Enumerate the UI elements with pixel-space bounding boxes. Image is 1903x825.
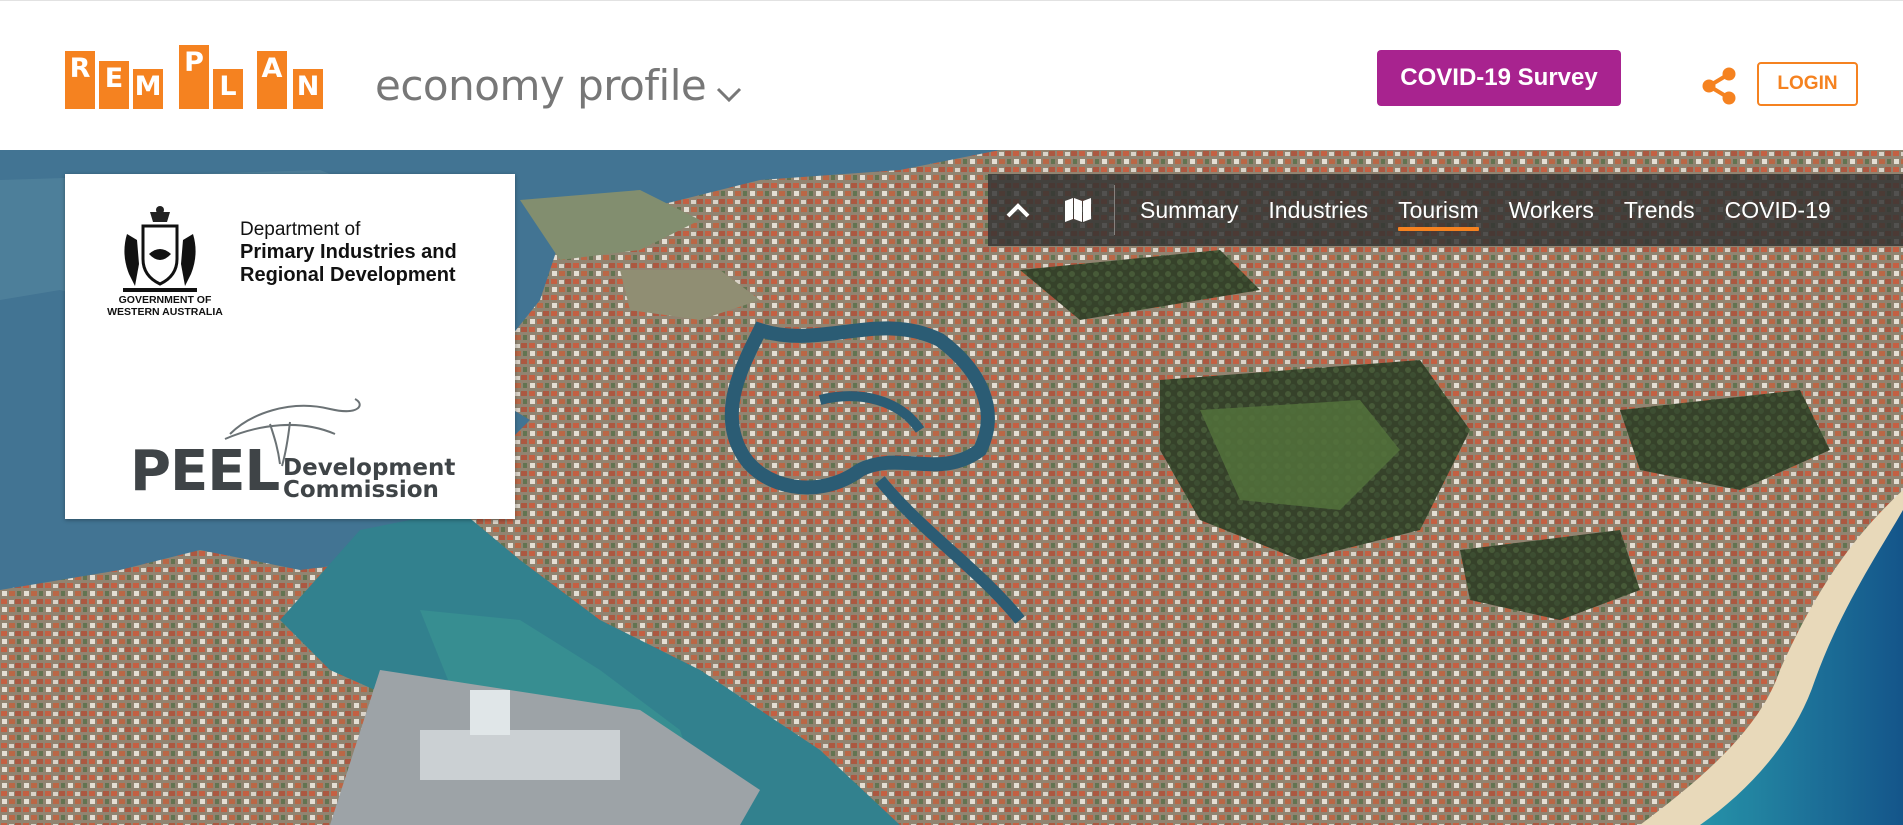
tab-trends[interactable]: Trends <box>1624 195 1695 225</box>
dept-line-1: Department of <box>240 219 361 240</box>
product-name: economy profile <box>375 61 707 110</box>
peel-sub-line-2: Commission <box>283 477 439 503</box>
tab-covid-19[interactable]: COVID-19 <box>1725 195 1831 225</box>
logo-letter: M <box>133 69 163 109</box>
logo-letter: R <box>65 51 95 109</box>
tab-workers[interactable]: Workers <box>1509 195 1594 225</box>
remplan-logo[interactable]: R E M P L A N <box>65 45 330 109</box>
login-button[interactable]: LOGIN <box>1757 62 1858 106</box>
logo-letter: L <box>213 69 243 109</box>
chevron-down-icon <box>716 62 742 116</box>
peel-subtitle: Development Commission <box>283 455 456 503</box>
partner-logos-card: GOVERNMENT OF WESTERN AUSTRALIA Departme… <box>65 174 515 519</box>
logo-letter: A <box>257 51 287 109</box>
tab-summary[interactable]: Summary <box>1140 195 1238 225</box>
peel-sub-line-1: Development <box>283 455 456 481</box>
logo-letter: P <box>179 45 209 109</box>
chevron-up-icon[interactable] <box>988 174 1048 246</box>
site-header: R E M P L A N economy profile COVID-19 S… <box>0 0 1903 150</box>
gov-line-1: GOVERNMENT OF <box>118 294 212 306</box>
share-icon[interactable] <box>1700 67 1738 105</box>
map-icon[interactable] <box>1048 174 1108 246</box>
product-selector[interactable]: economy profile <box>375 59 742 116</box>
dept-line-3: Regional Development <box>240 264 456 286</box>
logo-letter: E <box>99 61 129 109</box>
dpird-label: Department of Primary Industries and Reg… <box>240 218 457 287</box>
gov-line-2: WESTERN AUSTRALIA <box>107 306 223 318</box>
wa-government-crest-icon <box>115 204 205 304</box>
dept-line-2: Primary Industries and <box>240 241 457 263</box>
covid-survey-button[interactable]: COVID-19 Survey <box>1377 50 1621 106</box>
tab-industries[interactable]: Industries <box>1268 195 1368 225</box>
nav-divider <box>1114 185 1115 235</box>
peel-wordmark: PEEL <box>130 439 280 504</box>
section-nav: Summary Industries Tourism Workers Trend… <box>988 174 1903 246</box>
gov-wa-label: GOVERNMENT OF WESTERN AUSTRALIA <box>105 294 225 318</box>
tab-tourism[interactable]: Tourism <box>1398 195 1479 231</box>
logo-letter: N <box>293 69 323 109</box>
